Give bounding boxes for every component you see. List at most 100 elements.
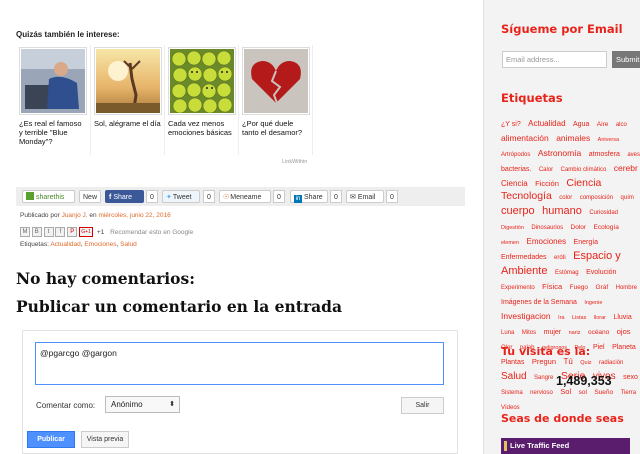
tag-link[interactable]: humano <box>542 205 582 217</box>
tag-link[interactable]: Aniversa <box>598 137 619 143</box>
tag-link[interactable]: cerebr <box>614 163 638 173</box>
publish-button[interactable]: Publicar <box>27 431 75 448</box>
tag-link[interactable]: Imágenes de la Semana <box>501 299 577 306</box>
tag-link[interactable]: Piel <box>593 344 605 351</box>
tag-link[interactable]: Sangre <box>534 375 553 381</box>
tag-link[interactable]: Evolución <box>586 269 616 276</box>
tag-link[interactable]: quím <box>621 195 634 201</box>
tweet-button[interactable]: ✦Tweet <box>162 190 200 203</box>
facebook-share-button[interactable]: f Share <box>105 190 144 203</box>
tag-link[interactable]: Salud <box>501 371 527 382</box>
tag-link[interactable]: Calor <box>539 167 553 173</box>
tag-link[interactable]: Física <box>542 282 562 291</box>
share-twitter-icon[interactable]: t <box>43 227 54 237</box>
related-thumbnail[interactable] <box>19 47 87 115</box>
tag-link[interactable]: sol <box>579 389 587 396</box>
tag-link[interactable]: color <box>559 195 572 201</box>
tag-link[interactable]: Estómag <box>555 270 579 276</box>
tag-link[interactable]: Sistema <box>501 390 523 396</box>
tag-link[interactable]: Astronomía <box>538 148 581 158</box>
tag-link[interactable]: ojos <box>617 327 631 336</box>
tag-link[interactable]: animales <box>556 133 590 143</box>
salir-button[interactable]: Salir <box>401 397 444 414</box>
tag-link[interactable]: Ingenie <box>584 300 602 306</box>
tag-link[interactable]: Tierra <box>621 390 636 396</box>
related-item[interactable]: ¿Es real el famoso y terrible "Blue Mond… <box>19 47 87 146</box>
tag-link[interactable]: Digestión <box>501 225 524 231</box>
related-thumbnail[interactable] <box>168 47 236 115</box>
preview-button[interactable]: Vista previa <box>81 431 129 448</box>
related-caption[interactable]: Sol, alégrame el día <box>94 119 162 128</box>
share-facebook-icon[interactable]: f <box>55 227 66 237</box>
related-thumbnail[interactable] <box>94 47 162 115</box>
tag-link[interactable]: Ciencia <box>501 179 528 188</box>
tag-link[interactable]: Vídeos <box>501 405 520 411</box>
related-thumbnail[interactable] <box>242 47 310 115</box>
tag-link[interactable]: Luna <box>501 330 514 336</box>
submit-button[interactable]: Submit <box>612 51 640 68</box>
tag-link[interactable]: Plantas <box>501 359 524 366</box>
tag-link[interactable]: alimentación <box>501 133 549 143</box>
tag-link[interactable]: nariz <box>569 330 581 336</box>
tag-link[interactable]: Listas <box>572 315 586 321</box>
comment-textarea[interactable]: @pgarcgo @gargon <box>35 342 444 385</box>
meneame-button[interactable]: ☉Meneame <box>219 190 271 203</box>
related-item[interactable]: Cada vez menos emociones básicas <box>168 47 236 137</box>
tag-link[interactable]: Ecología <box>594 224 619 231</box>
live-traffic-feed[interactable]: Live Traffic Feed <box>501 438 630 454</box>
email-subscribe-input[interactable]: Email address... <box>502 51 607 68</box>
sharethis-button[interactable]: sharethis <box>22 190 75 203</box>
tag-link[interactable]: Lluvia <box>613 314 631 321</box>
tag-link[interactable]: Dolor <box>571 224 587 231</box>
tag-link[interactable]: atmosfera <box>589 151 620 158</box>
related-caption[interactable]: ¿Es real el famoso y terrible "Blue Mond… <box>19 119 87 146</box>
tag-link[interactable]: Mitos <box>522 330 536 336</box>
share-pinterest-icon[interactable]: P <box>67 227 78 237</box>
tag-link[interactable]: Hombre <box>616 285 637 291</box>
tag-link[interactable]: Actualidad <box>528 119 565 128</box>
tag-link[interactable]: océano <box>588 329 609 336</box>
tag-link[interactable]: eróti <box>554 255 566 261</box>
linkedin-share-button[interactable]: in Share <box>290 190 328 203</box>
tag-link[interactable]: mujer <box>544 329 562 336</box>
author-link[interactable]: Juanjo J. <box>62 212 88 219</box>
tag-link[interactable]: Quiz <box>580 360 591 366</box>
tag-link[interactable]: llorar <box>594 315 606 321</box>
tag-link[interactable]: alco <box>616 122 627 128</box>
blogthis-icon[interactable]: B <box>31 227 42 237</box>
related-caption[interactable]: Cada vez menos emociones básicas <box>168 119 236 137</box>
tag-link[interactable]: Investigacion <box>501 311 551 321</box>
email-this-icon[interactable]: M <box>20 227 30 237</box>
tag-link[interactable]: Pregun <box>532 357 556 366</box>
tag-link[interactable]: Curiosidad <box>589 210 618 216</box>
tag-link[interactable]: Gráf <box>596 284 609 291</box>
label-link[interactable]: Salud <box>120 241 137 248</box>
google-plus-one-button[interactable]: G+1 <box>79 227 94 237</box>
tag-link[interactable]: cuerpo <box>501 205 535 217</box>
tag-link[interactable]: Sol <box>560 387 571 396</box>
tag-link[interactable]: Emociones <box>527 237 567 246</box>
tag-link[interactable]: Aire <box>597 121 609 128</box>
tag-link[interactable]: Ira <box>558 315 564 321</box>
tag-link[interactable]: ¿Y si? <box>501 121 521 128</box>
tag-link[interactable]: Energía <box>574 239 599 246</box>
tag-link[interactable]: sexo <box>623 374 638 381</box>
tag-link[interactable]: nervioso <box>530 390 553 396</box>
related-caption[interactable]: ¿Por qué duele tanto el desamor? <box>242 119 310 137</box>
tag-link[interactable]: Enfermedades <box>501 254 547 261</box>
tag-link[interactable]: bacterias. <box>501 166 531 173</box>
tag-link[interactable]: Planeta <box>612 344 636 351</box>
label-link[interactable]: Actualidad <box>50 241 80 248</box>
tag-link[interactable]: Artrópodos <box>501 152 530 158</box>
tag-link[interactable]: elemen <box>501 240 519 246</box>
related-item[interactable]: Sol, alégrame el día <box>94 47 162 128</box>
tag-link[interactable]: Experimento <box>501 285 535 291</box>
identity-select[interactable]: Anónimo ⬍ <box>105 396 180 413</box>
tag-link[interactable]: Sueño <box>594 389 613 396</box>
tag-link[interactable]: Ciencia <box>566 177 601 189</box>
label-link[interactable]: Emociones <box>84 241 116 248</box>
tag-link[interactable]: Tecnología <box>501 190 552 202</box>
linkwithin-credit[interactable]: LinkWithin <box>282 159 307 165</box>
tag-link[interactable]: composición <box>580 195 613 201</box>
tag-link[interactable]: Ficción <box>535 179 559 188</box>
